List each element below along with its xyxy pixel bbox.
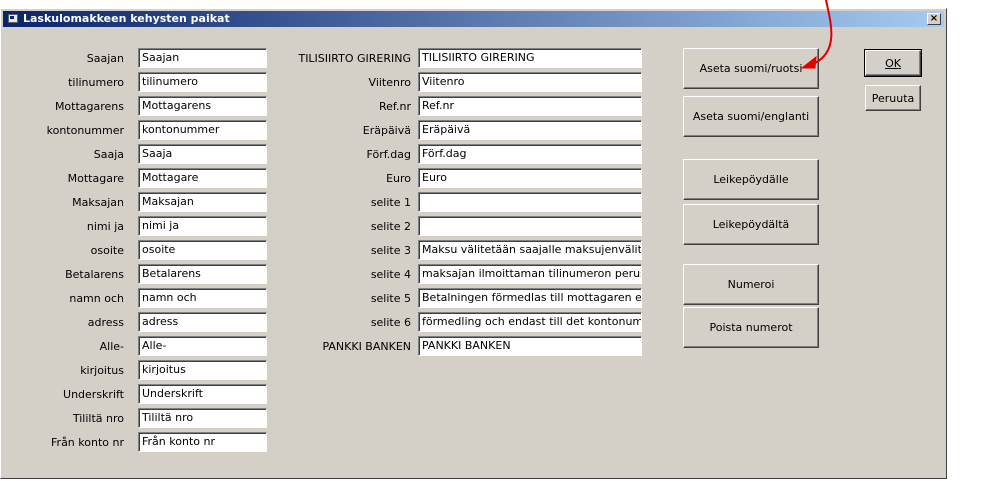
annotation-arrow-icon — [800, 0, 833, 69]
